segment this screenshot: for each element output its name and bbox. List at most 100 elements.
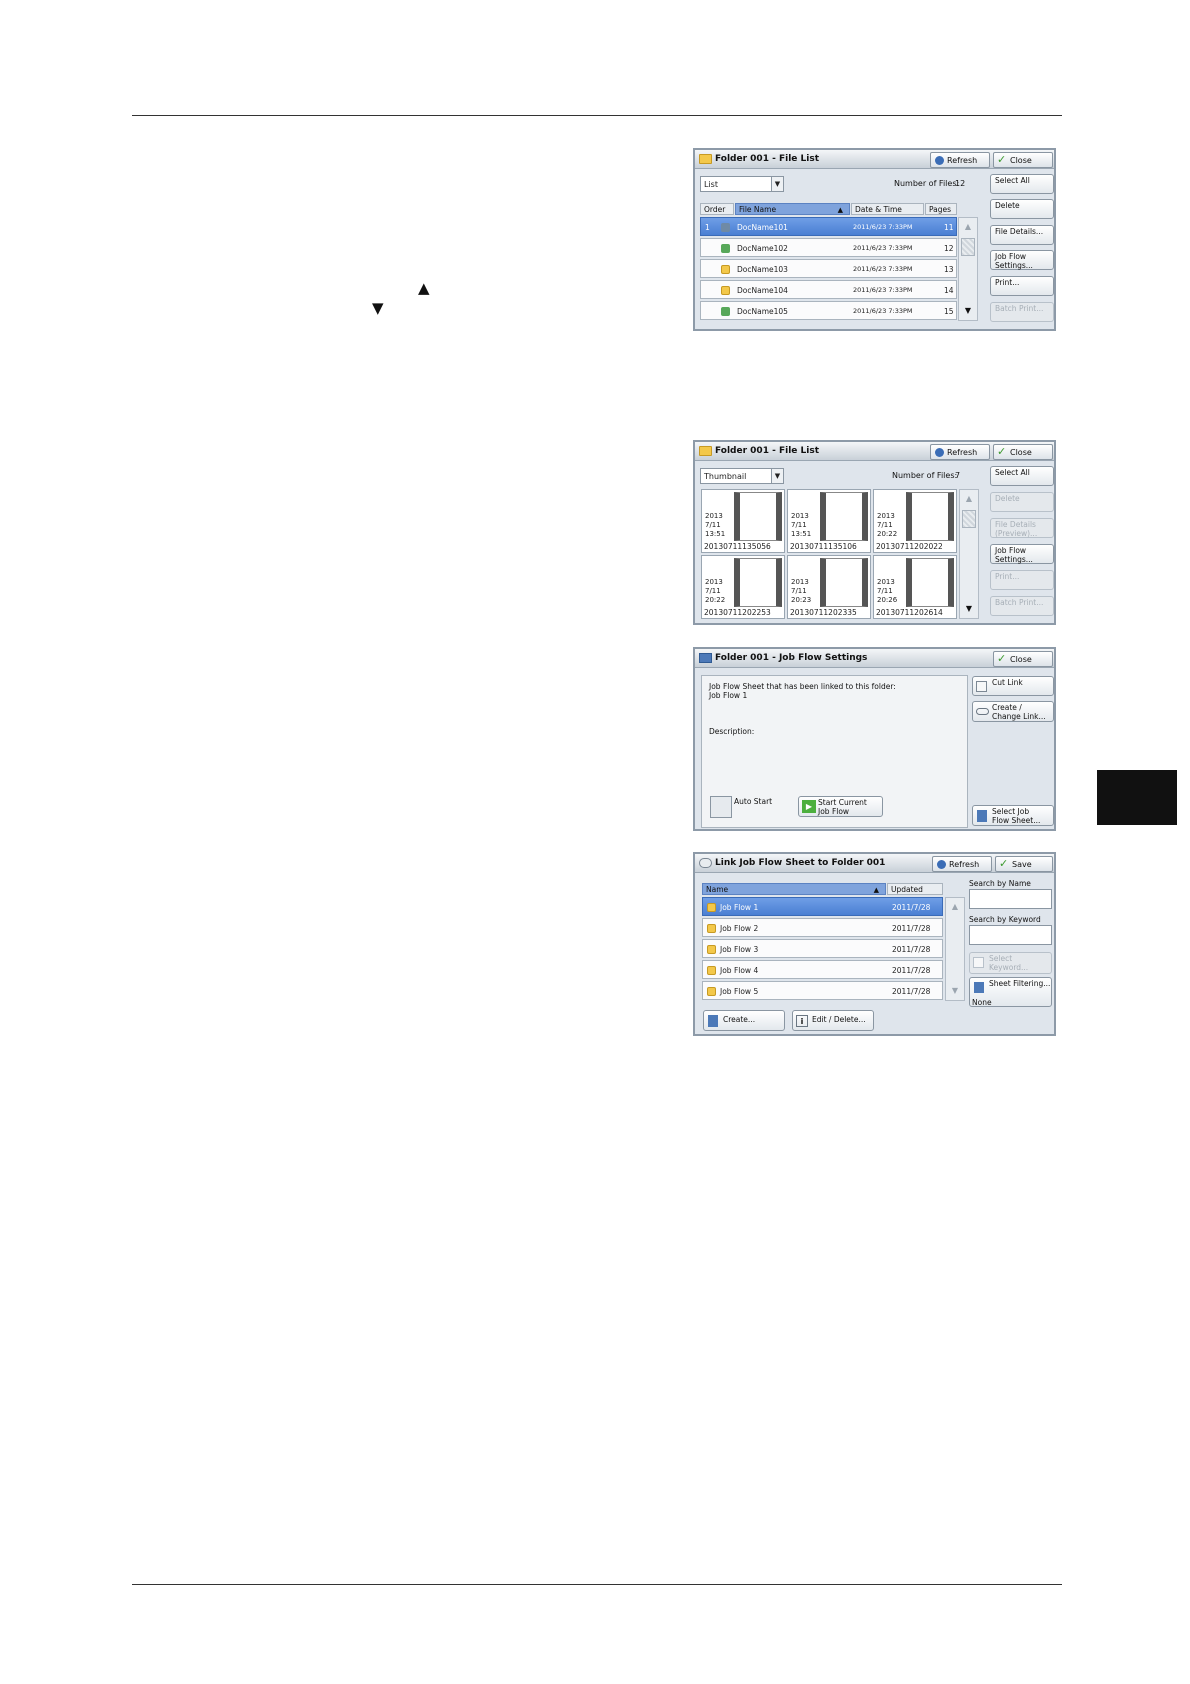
scroll-up-icon[interactable]: ▲ — [946, 898, 964, 916]
column-file-name[interactable]: File Name ▲ — [735, 203, 850, 215]
search-by-name-input[interactable] — [969, 889, 1052, 909]
close-button[interactable]: ✓ Close — [993, 152, 1053, 168]
file-list-panel: Folder 001 - File List Refresh ✓ Close Li… — [693, 148, 1056, 331]
table-row[interactable]: Job Flow 4 2011/7/28 — [702, 960, 943, 979]
create-label: Create... — [723, 1015, 756, 1024]
refresh-icon — [937, 860, 946, 869]
row-date: 2011/6/23 7:33PM — [853, 265, 913, 273]
cut-link-button[interactable]: Cut Link — [972, 676, 1054, 696]
file-details-button[interactable]: File Details... — [990, 225, 1054, 245]
row-name: Job Flow 5 — [720, 987, 759, 996]
column-updated[interactable]: Updated — [887, 883, 943, 895]
job-flow-icon — [699, 653, 712, 663]
thumbnail-item[interactable]: 2013 7/11 13:51 20130711135056 — [701, 489, 785, 553]
thumbnail-date: 2013 7/11 20:22 — [877, 512, 898, 538]
row-pages: 12 — [944, 244, 954, 253]
job-flow-info-box: Job Flow Sheet that has been linked to t… — [701, 675, 968, 828]
row-name: DocName102 — [737, 244, 788, 253]
auto-start-label: Auto Start — [734, 797, 773, 806]
print-button[interactable]: Print... — [990, 570, 1054, 590]
column-file-name-label: File Name — [739, 205, 777, 214]
create-change-link-button[interactable]: Create / Change Link... — [972, 701, 1054, 722]
check-icon: ✓ — [997, 652, 1007, 665]
table-row[interactable]: Job Flow 3 2011/7/28 — [702, 939, 943, 958]
close-label: Close — [1010, 156, 1032, 165]
table-row[interactable]: DocName105 2011/6/23 7:33PM 15 — [700, 301, 957, 320]
create-button[interactable]: Create... — [703, 1010, 785, 1031]
row-name: Job Flow 1 — [720, 903, 759, 912]
auto-start-checkbox[interactable] — [710, 796, 732, 818]
delete-button[interactable]: Delete — [990, 492, 1054, 512]
batch-print-button[interactable]: Batch Print... — [990, 302, 1054, 322]
sort-asc-icon: ▲ — [873, 886, 879, 894]
folder-icon — [707, 945, 716, 954]
thumbnail-item[interactable]: 2013 7/11 20:22 20130711202022 — [873, 489, 957, 553]
description-label: Description: — [709, 727, 755, 736]
scroll-up-icon[interactable]: ▲ — [960, 490, 978, 508]
scrollbar[interactable]: ▲ ▼ — [959, 489, 979, 619]
view-mode-dropdown[interactable]: List ▼ — [700, 176, 784, 192]
close-button[interactable]: ✓ Close — [993, 651, 1053, 667]
select-keyword-button[interactable]: Select Keyword... — [969, 952, 1052, 974]
refresh-button[interactable]: Refresh — [930, 152, 990, 168]
column-pages[interactable]: Pages — [925, 203, 957, 215]
table-row[interactable]: Job Flow 2 2011/7/28 — [702, 918, 943, 937]
refresh-button[interactable]: Refresh — [932, 856, 992, 872]
row-order: 1 — [705, 223, 710, 232]
thumbnail-item[interactable]: 2013 7/11 13:51 20130711135106 — [787, 489, 871, 553]
print-button[interactable]: Print... — [990, 276, 1054, 296]
batch-print-button[interactable]: Batch Print... — [990, 596, 1054, 616]
select-job-flow-sheet-button[interactable]: Select Job Flow Sheet... — [972, 805, 1054, 826]
search-by-keyword-input[interactable] — [969, 925, 1052, 945]
table-row[interactable]: Job Flow 1 2011/7/28 — [702, 897, 943, 916]
select-all-button[interactable]: Select All — [990, 466, 1054, 486]
refresh-label: Refresh — [949, 860, 980, 869]
scroll-down-icon[interactable]: ▼ — [946, 982, 964, 1000]
folder-icon — [707, 987, 716, 996]
table-row[interactable]: DocName102 2011/6/23 7:33PM 12 — [700, 238, 957, 257]
delete-label: Delete — [995, 494, 1020, 503]
fax-icon — [721, 265, 730, 274]
close-button[interactable]: ✓ Close — [993, 444, 1053, 460]
scroll-down-icon[interactable]: ▼ — [959, 302, 977, 320]
delete-button[interactable]: Delete — [990, 199, 1054, 219]
thumbnail-item[interactable]: 2013 7/11 20:23 20130711202335 — [787, 555, 871, 619]
view-mode-dropdown[interactable]: Thumbnail ▼ — [700, 468, 784, 484]
column-name[interactable]: Name ▲ — [702, 883, 886, 895]
column-order[interactable]: Order — [700, 203, 734, 215]
file-details-preview-button[interactable]: File Details (Preview)... — [990, 518, 1054, 538]
table-row[interactable]: DocName104 2011/6/23 7:33PM 14 — [700, 280, 957, 299]
scroll-down-icon[interactable]: ▼ — [960, 600, 978, 618]
thumbnail-item[interactable]: 2013 7/11 20:26 20130711202614 — [873, 555, 957, 619]
down-arrow-icon: ▼ — [372, 299, 384, 317]
create-change-label: Create / Change Link... — [992, 703, 1046, 721]
table-row[interactable]: Job Flow 5 2011/7/28 — [702, 981, 943, 1000]
edit-delete-button[interactable]: i Edit / Delete... — [792, 1010, 874, 1031]
table-row[interactable]: DocName103 2011/6/23 7:33PM 13 — [700, 259, 957, 278]
table-row[interactable]: 1 DocName101 2011/6/23 7:33PM 11 — [700, 217, 957, 236]
scroll-thumb[interactable] — [962, 510, 976, 528]
sheet-filtering-button[interactable]: Sheet Filtering... None — [969, 977, 1052, 1007]
select-all-button[interactable]: Select All — [990, 174, 1054, 194]
thumbnail-name: 20130711202022 — [876, 542, 943, 551]
job-flow-settings-button[interactable]: Job Flow Settings... — [990, 544, 1054, 564]
start-current-job-flow-button[interactable]: ▶ Start Current Job Flow — [798, 796, 883, 817]
scrollbar[interactable]: ▲ ▼ — [945, 897, 965, 1001]
thumbnail-item[interactable]: 2013 7/11 20:22 20130711202253 — [701, 555, 785, 619]
keyword-icon — [973, 957, 984, 968]
scroll-up-icon[interactable]: ▲ — [959, 218, 977, 236]
scroll-thumb[interactable] — [961, 238, 975, 256]
thumbnail-name: 20130711202253 — [704, 608, 771, 617]
thumbnail-name: 20130711202335 — [790, 608, 857, 617]
row-name: DocName101 — [737, 223, 788, 232]
column-date-time[interactable]: Date & Time — [851, 203, 924, 215]
batch-print-label: Batch Print... — [995, 304, 1044, 313]
check-icon: ✓ — [999, 857, 1009, 870]
job-flow-settings-label: Job Flow Settings... — [995, 546, 1033, 564]
row-updated: 2011/7/28 — [892, 924, 931, 933]
filter-value: None — [972, 998, 992, 1007]
save-button[interactable]: ✓ Save — [995, 856, 1053, 872]
scrollbar[interactable]: ▲ ▼ — [958, 217, 978, 321]
refresh-button[interactable]: Refresh — [930, 444, 990, 460]
job-flow-settings-button[interactable]: Job Flow Settings... — [990, 250, 1054, 270]
